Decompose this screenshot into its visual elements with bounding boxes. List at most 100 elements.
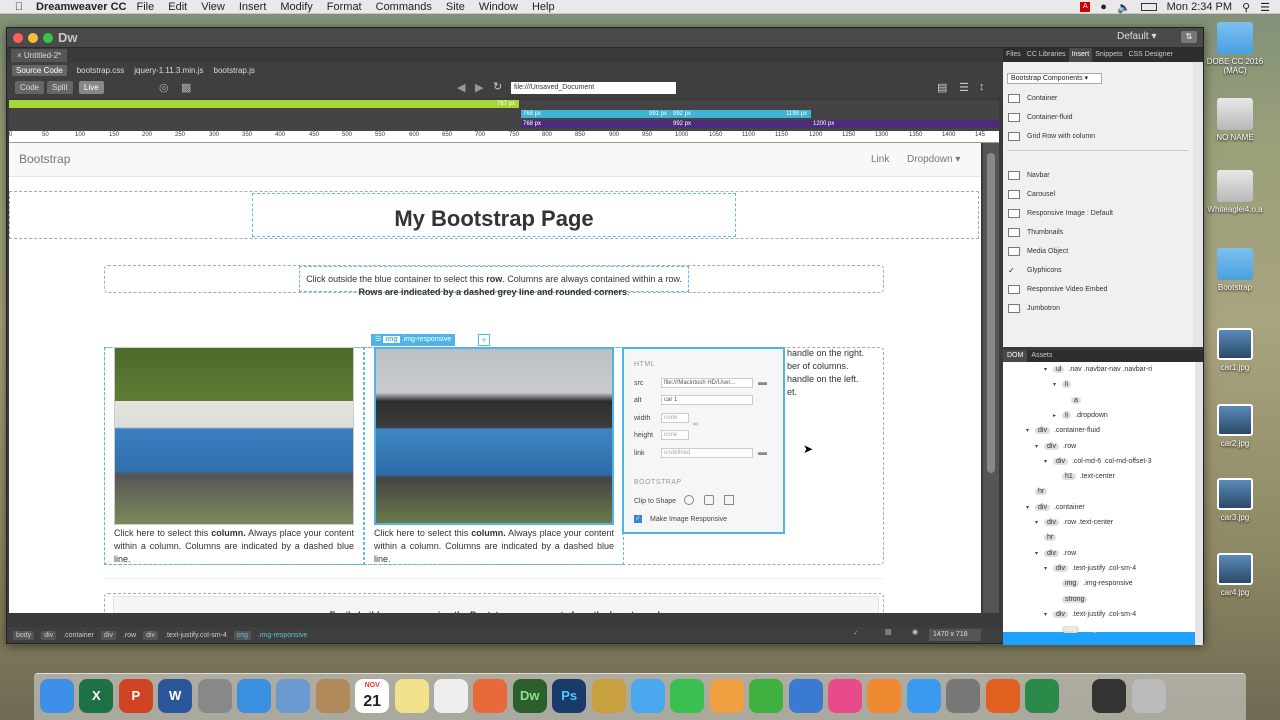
clip-rounded-button[interactable] xyxy=(704,495,714,505)
dom-node[interactable]: hr xyxy=(1026,488,1051,496)
minimize-window-button[interactable] xyxy=(28,33,38,43)
file-management-icon[interactable]: ▤ xyxy=(937,81,947,94)
height-field[interactable]: none xyxy=(661,430,689,440)
disclosure-triangle-icon[interactable]: ▾ xyxy=(1035,519,1044,526)
column-3-text[interactable]: handle on the right. ber of columns. han… xyxy=(787,347,887,399)
dom-node[interactable]: ▾ div .row xyxy=(1035,549,1076,557)
media-query-992-1199[interactable]: 992 px 1199 px xyxy=(671,110,811,118)
live-view-button[interactable]: Live xyxy=(79,81,104,94)
realtime-preview-icon[interactable]: ◉ xyxy=(912,628,918,636)
dom-node[interactable]: ▾ li xyxy=(1053,381,1075,389)
desktop-icon[interactable]: DOBE CC 2016 (MAC) xyxy=(1205,22,1265,75)
dom-node[interactable]: ▸ li .dropdown xyxy=(1053,411,1108,419)
related-file-jquery[interactable]: jquery-1.11.3.min.js xyxy=(134,66,203,75)
tag-class[interactable]: .container xyxy=(63,632,94,639)
refresh-icon[interactable]: ↻ xyxy=(493,80,502,93)
dock-ibooks-icon[interactable] xyxy=(867,679,902,713)
media-query-min-992[interactable]: 992 px xyxy=(671,120,811,128)
dock-safari-icon[interactable] xyxy=(237,679,271,713)
menu-commands[interactable]: Commands xyxy=(376,1,432,13)
car-1-image[interactable] xyxy=(114,347,354,525)
tab-css-designer[interactable]: CSS Designer xyxy=(1125,48,1175,62)
insert-grid-row[interactable]: Grid Row with column xyxy=(1027,133,1095,140)
bottom-well[interactable]: Easily build your page using the Bootstr… xyxy=(113,596,879,613)
menu-file[interactable]: File xyxy=(137,1,155,13)
clip-thumbnail-button[interactable] xyxy=(724,495,734,505)
dock-launchpad-icon[interactable] xyxy=(197,679,232,713)
validation-ok-icon[interactable]: ✓ xyxy=(853,629,859,637)
code-view-button[interactable]: Code xyxy=(15,81,45,94)
page-menu-icon[interactable]: ☰ xyxy=(959,81,969,94)
menu-app-name[interactable]: Dreamweaver CC xyxy=(36,1,127,13)
dock-font-icon[interactable] xyxy=(591,679,626,713)
insert-responsive-image[interactable]: Responsive Image : Default xyxy=(1027,210,1113,217)
tab-snippets[interactable]: Snippets xyxy=(1092,48,1125,62)
menu-site[interactable]: Site xyxy=(446,1,465,13)
doc-tab-untitled[interactable]: × Untitled-2* xyxy=(11,49,68,62)
insert-glyphicons[interactable]: Glyphicons xyxy=(1027,267,1062,274)
dock-powerpoint-icon[interactable]: P xyxy=(118,679,153,713)
tab-dom[interactable]: DOM xyxy=(1003,350,1028,362)
url-field[interactable]: file:///Unsaved_Document xyxy=(511,82,676,94)
width-field[interactable]: none xyxy=(661,413,689,423)
dom-node[interactable]: ▾ div .container xyxy=(1026,503,1085,511)
forward-arrow-icon[interactable]: ▶ xyxy=(475,81,483,94)
desktop-icon[interactable]: car2.jpg xyxy=(1205,404,1265,448)
dock-notes-icon[interactable] xyxy=(394,679,429,713)
split-view-button[interactable]: Split xyxy=(47,81,73,94)
related-file-bootstrap-css[interactable]: bootstrap.css xyxy=(77,66,125,75)
dock-facetime-icon[interactable] xyxy=(670,679,705,713)
disclosure-triangle-icon[interactable]: ▾ xyxy=(1035,550,1044,557)
dock-terminal-icon[interactable] xyxy=(1092,679,1127,713)
src-field[interactable]: file:///Macintosh HD/User... xyxy=(661,378,753,388)
tag-class[interactable]: .text-justify.col-sm-4 xyxy=(165,632,227,639)
page-heading[interactable]: My Bootstrap Page xyxy=(252,196,736,242)
navbar-link[interactable]: Link xyxy=(871,154,889,165)
dock-messages-icon[interactable] xyxy=(631,679,665,713)
dock-app-store-icon[interactable] xyxy=(906,679,941,713)
dock-xcode-icon[interactable] xyxy=(1025,679,1059,713)
scrollbar-thumb[interactable] xyxy=(987,153,995,473)
menu-help[interactable]: Help xyxy=(532,1,555,13)
insert-scrollbar[interactable] xyxy=(1193,62,1203,347)
desktop-icon[interactable]: NO NAME xyxy=(1205,98,1265,142)
battery-icon[interactable] xyxy=(1140,3,1157,11)
media-query-min-768[interactable]: 768 px xyxy=(521,120,671,128)
insert-navbar[interactable]: Navbar xyxy=(1027,172,1050,179)
related-file-bootstrap-js[interactable]: bootstrap.js xyxy=(214,66,255,75)
dom-node[interactable]: ▾ div .container-fluid xyxy=(1026,427,1100,435)
live-view-page[interactable]: Bootstrap Link Dropdown ▾ My Bootstrap P… xyxy=(9,143,981,613)
disclosure-triangle-icon[interactable]: ▾ xyxy=(1053,381,1062,388)
link-dimensions-icon[interactable]: ∞ xyxy=(693,421,698,428)
link-browse-icon[interactable]: ▬ xyxy=(758,447,767,457)
disclosure-triangle-icon[interactable]: ▸ xyxy=(1053,412,1062,419)
clock[interactable]: Mon 2:34 PM xyxy=(1167,1,1232,13)
menu-modify[interactable]: Modify xyxy=(280,1,312,13)
tab-insert[interactable]: Insert xyxy=(1068,48,1093,62)
navbar-brand[interactable]: Bootstrap xyxy=(19,152,70,166)
dock-calendar-icon[interactable]: NOV 21 xyxy=(355,679,390,713)
preview-icon[interactable]: ▩ xyxy=(181,81,191,94)
menu-format[interactable]: Format xyxy=(327,1,362,13)
close-window-button[interactable] xyxy=(13,33,23,43)
car-2-image[interactable] xyxy=(374,347,614,525)
add-class-button[interactable]: + xyxy=(478,334,490,346)
disclosure-triangle-icon[interactable]: ▾ xyxy=(1044,611,1053,618)
alt-field[interactable]: car 1 xyxy=(661,395,753,405)
dock-itunes-icon[interactable] xyxy=(828,679,862,713)
close-tab-icon[interactable]: × xyxy=(17,51,22,60)
dom-node[interactable]: ▾ div .text-justify .col-sm-4 xyxy=(1044,564,1136,572)
tag-body[interactable]: body xyxy=(13,630,35,640)
disclosure-triangle-icon[interactable]: ▾ xyxy=(1026,504,1035,511)
dock-excel-icon[interactable]: X xyxy=(79,679,114,713)
insert-thumbnails[interactable]: Thumbnails xyxy=(1027,229,1063,236)
dom-node[interactable]: ▾ div .col-md-6 .col-md-offset-3 xyxy=(1044,457,1152,465)
page-scrollbar[interactable] xyxy=(983,143,999,613)
insert-container-fluid[interactable]: Container-fluid xyxy=(1027,114,1073,121)
dock-numbers-icon[interactable] xyxy=(749,679,784,713)
folder-browse-icon[interactable]: ▬ xyxy=(758,377,767,387)
dock-preview-icon[interactable] xyxy=(276,679,311,713)
window-size-field[interactable]: 1470 x 718 xyxy=(929,629,981,641)
row-instructions[interactable]: Click outside the blue container to sele… xyxy=(299,273,689,299)
media-query-min-1200[interactable]: 1200 px xyxy=(811,120,999,128)
